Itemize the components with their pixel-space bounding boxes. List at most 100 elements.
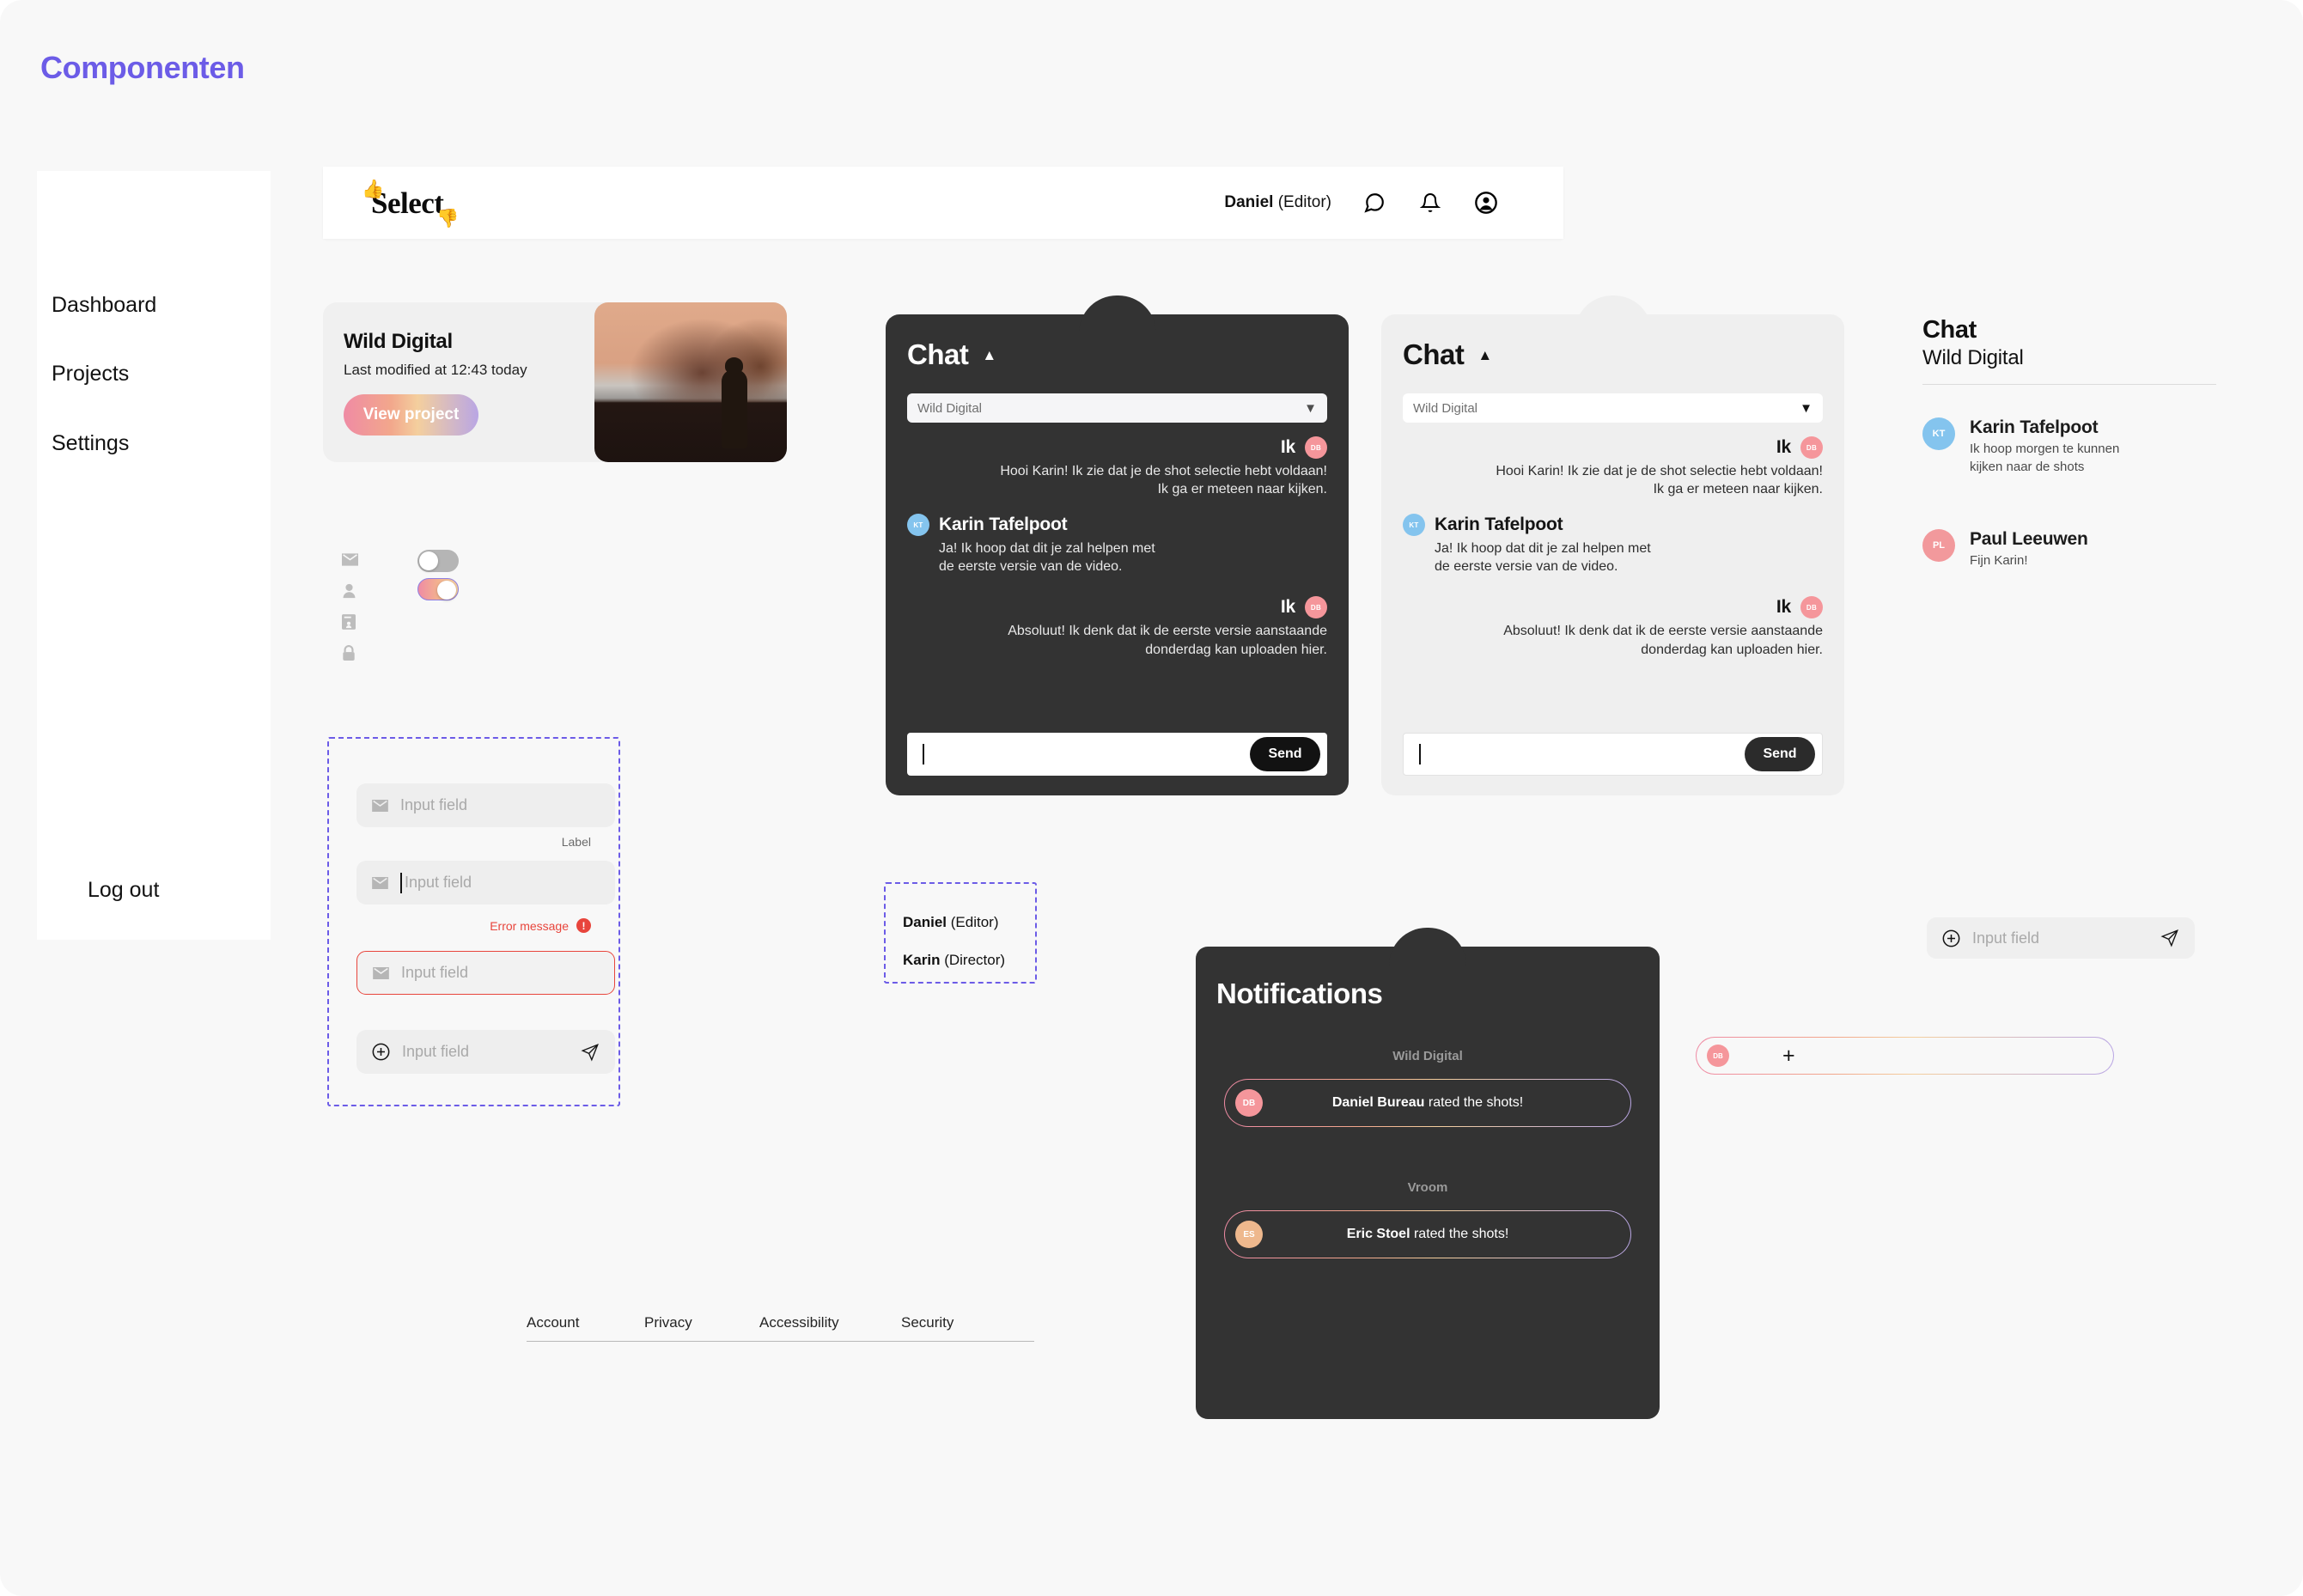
send-button[interactable]: Send <box>1250 737 1320 771</box>
chat-input-bar[interactable]: Send <box>1403 733 1823 776</box>
avatar: DB <box>1800 596 1823 619</box>
id-card-icon <box>342 614 356 634</box>
list-item[interactable]: PL Paul Leeuwen Fijn Karin! <box>1922 529 2216 570</box>
role-name: Daniel <box>903 914 947 930</box>
list-item-body: Karin Tafelpoot Ik hoop morgen te kunnen… <box>1970 417 2119 476</box>
toggle-switch-off[interactable] <box>417 550 459 572</box>
chat-message-author: Karin Tafelpoot <box>939 515 1068 535</box>
plus-icon[interactable]: + <box>1782 1045 1795 1067</box>
chat-message-author: Ik <box>1776 597 1791 618</box>
avatar: KT <box>1922 417 1955 450</box>
send-icon[interactable] <box>2160 929 2179 947</box>
current-user: Daniel (Editor) <box>1224 193 1331 212</box>
project-card[interactable]: Wild Digital Last modified at 12:43 toda… <box>323 302 787 462</box>
text-cursor <box>400 872 402 893</box>
role-title: (Editor) <box>950 914 999 930</box>
chat-message: KT Karin Tafelpoot Ja! Ik hoop dat dit j… <box>907 514 1327 576</box>
send-button[interactable]: Send <box>1745 737 1815 771</box>
chat-select-value: Wild Digital <box>917 400 983 416</box>
chat-project-select[interactable]: Wild Digital ▼ <box>1403 393 1823 423</box>
chat-message-author: Ik <box>1280 437 1295 457</box>
role-title: (Director) <box>944 952 1006 968</box>
chat-list-title: Chat <box>1922 316 1977 344</box>
sidebar-item-dashboard[interactable]: Dashboard <box>52 293 156 318</box>
input-field-error[interactable]: Input field <box>356 951 615 995</box>
chat-message-header: Ik DB <box>1403 596 1823 619</box>
sidebar-item-projects[interactable]: Projects <box>52 362 129 387</box>
input-placeholder: Input field <box>1972 929 2040 947</box>
sidebar-item-settings[interactable]: Settings <box>52 431 129 456</box>
chevron-down-icon: ▼ <box>1800 400 1813 416</box>
chat-title: Chat <box>1403 338 1465 370</box>
error-exclamation-icon: ! <box>576 918 591 933</box>
role-row: Daniel (Editor) <box>903 914 999 931</box>
footer-link-security[interactable]: Security <box>901 1314 953 1331</box>
sidebar <box>37 171 271 940</box>
chat-project-select[interactable]: Wild Digital ▼ <box>907 393 1327 423</box>
view-project-button[interactable]: View project <box>344 393 478 436</box>
chat-message-header: Ik DB <box>1403 436 1823 459</box>
top-bar: 👍 Select 👎 Daniel (Editor) <box>323 167 1563 239</box>
bell-icon[interactable] <box>1417 190 1443 216</box>
plus-circle-icon[interactable] <box>372 1043 390 1061</box>
input-field-with-send[interactable]: Input field <box>356 1030 615 1074</box>
panel-notch <box>1389 928 1466 966</box>
chat-title: Chat <box>907 338 969 370</box>
input-field-focused[interactable]: Input field <box>356 861 615 905</box>
avatar: ES <box>1235 1221 1263 1248</box>
chat-panel-light: Chat ▲ Wild Digital ▼ Ik DB Hooi Karin! … <box>1381 295 1844 795</box>
list-item[interactable]: KT Karin Tafelpoot Ik hoop morgen te kun… <box>1922 417 2216 476</box>
toggle-switch-on[interactable] <box>417 578 459 600</box>
chat-list-panel: Chat Wild Digital KT Karin Tafelpoot Ik … <box>1922 316 2216 570</box>
notifications-panel: Notifications Wild Digital DB Daniel Bur… <box>1196 928 1660 1419</box>
text-cursor <box>1419 744 1421 764</box>
footer-nav: Account Privacy Accessibility Security <box>527 1314 1034 1342</box>
divider <box>1922 384 2216 385</box>
input-placeholder: Input field <box>401 964 469 981</box>
avatar: DB <box>1235 1089 1263 1117</box>
plus-circle-icon[interactable] <box>1942 929 1960 947</box>
chat-list-subtitle: Wild Digital <box>1922 346 2024 369</box>
chat-message: Ik DB Hooi Karin! Ik zie dat je de shot … <box>907 436 1327 498</box>
lock-icon <box>342 645 356 666</box>
sidebar-item-logout[interactable]: Log out <box>88 878 159 903</box>
account-circle-icon[interactable] <box>1473 190 1499 216</box>
chat-header[interactable]: Chat ▲ <box>1403 338 1492 371</box>
footer-link-account[interactable]: Account <box>527 1314 644 1331</box>
list-item-message: Fijn Karin! <box>1970 553 2028 568</box>
person-icon <box>342 583 356 603</box>
add-member-row[interactable]: DB + <box>1696 1037 2114 1075</box>
avatar: DB <box>1707 1045 1729 1067</box>
composer-input-field[interactable]: Input field <box>1927 917 2195 959</box>
chat-message-text: Absoluut! Ik denk dat ik de eerste versi… <box>1503 624 1823 657</box>
chat-message-header: KT Karin Tafelpoot <box>1403 514 1823 537</box>
send-icon[interactable] <box>581 1043 600 1062</box>
notification-group-label: Wild Digital <box>1392 1049 1463 1063</box>
chevron-up-icon[interactable]: ▲ <box>1477 348 1492 362</box>
chevron-down-icon: ▼ <box>1304 400 1317 416</box>
text-cursor <box>923 744 924 764</box>
chat-message: Ik DB Absoluut! Ik denk dat ik de eerste… <box>907 596 1327 658</box>
footer-link-privacy[interactable]: Privacy <box>644 1314 759 1331</box>
project-title: Wild Digital <box>344 329 453 353</box>
input-field-default[interactable]: Input field <box>356 783 615 827</box>
notification-item[interactable]: ES Eric Stoel rated the shots! <box>1224 1210 1631 1258</box>
chat-message: Ik DB Hooi Karin! Ik zie dat je de shot … <box>1403 436 1823 498</box>
notification-action: rated the shots! <box>1410 1227 1509 1241</box>
chat-input-bar[interactable]: Send <box>907 733 1327 776</box>
avatar: PL <box>1922 529 1955 562</box>
chat-message-header: Ik DB <box>907 596 1327 619</box>
chat-header[interactable]: Chat ▲ <box>907 338 996 371</box>
chat-message-text: Ja! Ik hoop dat dit je zal helpen met de … <box>1435 541 1651 575</box>
chat-messages: Ik DB Hooi Karin! Ik zie dat je de shot … <box>1403 436 1823 662</box>
chat-bubble-icon[interactable] <box>1362 190 1387 216</box>
input-placeholder: Input field <box>402 1043 470 1060</box>
footer-link-accessibility[interactable]: Accessibility <box>759 1314 901 1331</box>
chevron-up-icon[interactable]: ▲ <box>982 348 996 362</box>
project-last-modified: Last modified at 12:43 today <box>344 361 527 378</box>
notification-actor: Eric Stoel <box>1346 1227 1410 1241</box>
notification-item[interactable]: DB Daniel Bureau rated the shots! <box>1224 1079 1631 1127</box>
current-user-name: Daniel <box>1224 193 1274 211</box>
brand-logo[interactable]: 👍 Select 👎 <box>362 180 459 228</box>
notifications-title: Notifications <box>1216 978 1383 1009</box>
